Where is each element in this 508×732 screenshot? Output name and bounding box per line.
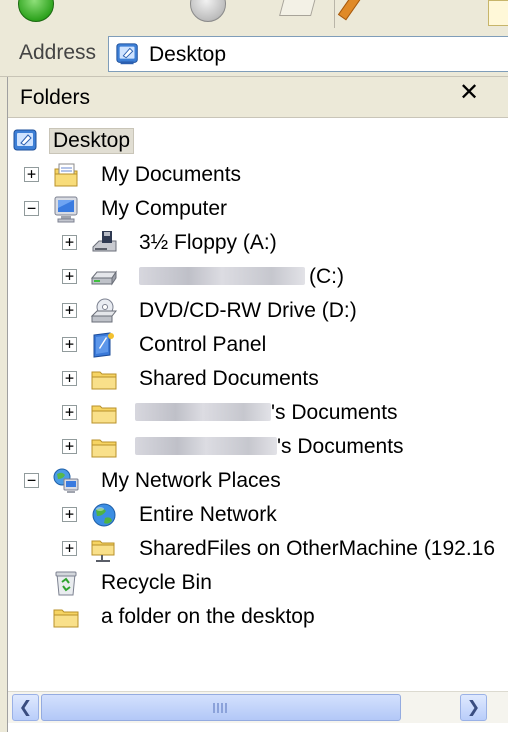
address-bar: Address Desktop (0, 32, 508, 77)
tree-item-label: Recycle Bin (101, 571, 212, 594)
recycle-bin-icon (55, 571, 77, 596)
tree-item-label: (C:) (136, 265, 347, 289)
tree-item-label: 's Documents (132, 435, 407, 459)
tree-item-label: DVD/CD-RW Drive (D:) (139, 299, 357, 322)
folders-pane: Folders ✕ Desktop + My Documents − My Co… (7, 77, 508, 732)
tree-item-label: SharedFiles on OtherMachine (192.16 (139, 537, 496, 560)
expand-icon[interactable]: + (62, 371, 77, 386)
floppy-drive-icon (92, 231, 117, 252)
folders-pane-header: Folders ✕ (8, 77, 508, 118)
scrollbar-thumb[interactable] (41, 694, 401, 721)
tree-item-label: My Computer (101, 197, 228, 220)
close-icon[interactable]: ✕ (456, 79, 482, 107)
network-places-icon (53, 468, 79, 493)
scroll-right-button[interactable]: ❯ (460, 694, 487, 721)
expand-icon[interactable]: + (62, 405, 77, 420)
folder-tree: Desktop + My Documents − My Computer + 3… (8, 117, 508, 684)
globe-icon (92, 503, 116, 527)
collapse-icon[interactable]: − (24, 473, 39, 488)
expand-icon[interactable]: + (62, 235, 77, 250)
label-suffix: 's Documents (277, 435, 404, 458)
drive-letter: (C:) (309, 265, 344, 288)
address-input[interactable]: Desktop (108, 36, 508, 72)
toolbar-overflow-button[interactable] (488, 0, 508, 26)
control-panel-icon (93, 332, 114, 358)
network-share-icon (91, 540, 115, 562)
tree-item-label: My Network Places (101, 469, 281, 492)
tree-item-label: My Documents (101, 163, 242, 186)
my-computer-icon (54, 196, 78, 223)
toolbar (0, 0, 508, 33)
label-suffix: 's Documents (271, 401, 398, 424)
expand-icon[interactable]: + (24, 167, 39, 182)
expand-icon[interactable]: + (62, 337, 77, 352)
expand-icon[interactable]: + (62, 439, 77, 454)
toolbar-separator (334, 0, 335, 28)
edit-toolbar-button[interactable] (337, 0, 363, 21)
expand-icon[interactable]: + (62, 541, 77, 556)
folders-toolbar-button[interactable] (279, 0, 317, 16)
up-button[interactable] (190, 0, 226, 22)
grip-icon (213, 703, 229, 713)
collapse-icon[interactable]: − (24, 201, 39, 216)
expand-icon[interactable]: + (62, 269, 77, 284)
folder-icon (91, 439, 117, 458)
horizontal-scrollbar[interactable]: ❮ ❯ (8, 691, 508, 723)
tree-item-label: Entire Network (139, 503, 277, 526)
folder-icon (91, 371, 117, 390)
redacted-label (139, 267, 305, 285)
folder-icon (91, 405, 117, 424)
address-value: Desktop (149, 43, 227, 66)
tree-item-label: a folder on the desktop (101, 605, 315, 628)
tree-item-label: Desktop (48, 128, 135, 154)
redacted-label (135, 437, 277, 455)
address-label: Address (19, 41, 97, 64)
scroll-left-button[interactable]: ❮ (12, 694, 39, 721)
tree-item-label: 's Documents (132, 401, 401, 425)
tree-item-label: Control Panel (139, 333, 267, 356)
folders-pane-title: Folders (20, 86, 91, 109)
dvd-drive-icon (90, 298, 118, 323)
desktop-icon (116, 43, 138, 65)
expand-icon[interactable]: + (62, 303, 77, 318)
folder-icon (53, 609, 79, 628)
tree-item-label: 3½ Floppy (A:) (139, 231, 277, 254)
redacted-label (135, 403, 271, 421)
desktop-icon (13, 129, 37, 151)
tree-item-label: Shared Documents (139, 367, 319, 390)
my-documents-icon (54, 163, 78, 187)
hard-drive-icon (90, 270, 117, 286)
expand-icon[interactable]: + (62, 507, 77, 522)
back-button[interactable] (18, 0, 54, 22)
